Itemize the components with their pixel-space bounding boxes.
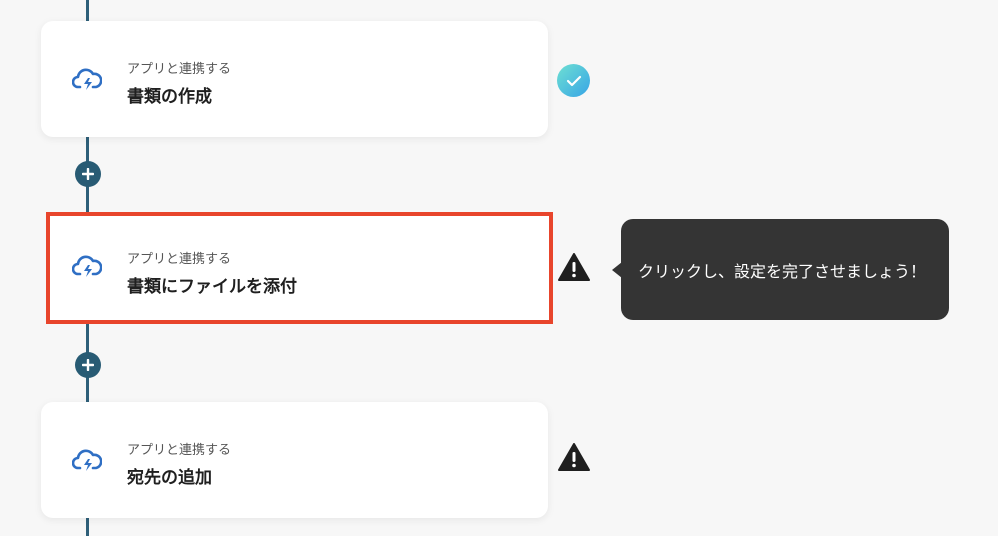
flow-step-subtitle: アプリと連携する [127,443,232,458]
warning-icon [557,252,591,286]
flow-step-subtitle: アプリと連携する [127,62,232,77]
flow-step-card-2[interactable]: アプリと連携する 書類にファイルを添付 [46,212,553,324]
cloud-app-icon [71,67,103,93]
hint-tooltip: クリックし、設定を完了させましょう！ [621,219,949,320]
check-icon [557,64,590,97]
flow-step-subtitle: アプリと連携する [127,252,232,267]
flow-step-card-1[interactable]: アプリと連携する 書類の作成 [41,21,548,137]
flow-step-title: 宛先の追加 [127,468,212,488]
flow-step-title: 書類の作成 [127,87,212,107]
warning-icon [557,442,591,476]
cloud-app-icon [71,448,103,474]
tooltip-text: クリックし、設定を完了させましょう！ [638,261,927,281]
plus-icon [82,168,94,180]
flow-canvas: アプリと連携する 書類の作成 アプリと連携する 書類にファイルを添付 クリックし… [0,0,998,536]
cloud-app-icon [71,254,103,280]
add-step-button[interactable] [75,352,101,378]
flow-step-title: 書類にファイルを添付 [127,277,297,297]
plus-icon [82,359,94,371]
add-step-button[interactable] [75,161,101,187]
flow-step-card-3[interactable]: アプリと連携する 宛先の追加 [41,402,548,518]
